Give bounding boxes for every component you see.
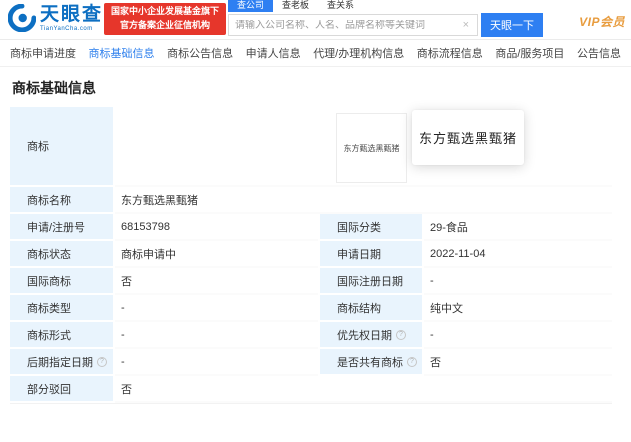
nav-tab[interactable]: 公告信息 (577, 45, 621, 61)
row-label: 国际分类 ? (318, 214, 424, 241)
row-label: 国际商标 ? (10, 268, 115, 295)
tianyancha-logo[interactable]: 天眼查 TianYanCha.com (8, 4, 103, 32)
nav-tab[interactable]: 商品/服务项目 (495, 45, 564, 61)
nav-tab-label: 商标流程信息 (417, 48, 483, 60)
official-badge: 国家中小企业发展基金旗下 官方备案企业征信机构 (104, 3, 226, 35)
row-label: 商标状态 ? (10, 241, 115, 268)
nav-tab-label: 商标公告信息 (167, 48, 233, 60)
search-tabs: 查公司 查老板 查关系 (228, 0, 543, 12)
trademark-row: 商标 东方甄选黑甄猪 东方甄选黑甄猪 (10, 107, 612, 187)
row-value: - (115, 295, 318, 322)
row-label: 申请/注册号 ? (10, 214, 115, 241)
nav-tab-label: 公告信息 (577, 48, 621, 60)
nav-tab-label: 代理/办理机构信息 (313, 48, 404, 60)
header: 天眼查 TianYanCha.com 国家中小企业发展基金旗下 官方备案企业征信… (0, 0, 631, 40)
row-label: 商标类型 ? (10, 295, 115, 322)
row-value: 东方甄选黑甄猪 (115, 187, 612, 214)
row-label: 申请日期 ? (318, 241, 424, 268)
row-label: 商标结构 ? (318, 295, 424, 322)
trademark-image-preview: 东方甄选黑甄猪 (412, 110, 524, 165)
row-value: 29-食品 (424, 214, 612, 241)
table-row: 部分驳回 否 (10, 376, 612, 403)
brand-domain: TianYanCha.com (40, 26, 103, 32)
search-tab[interactable]: 查关系 (318, 0, 363, 12)
help-icon[interactable]: ? (407, 357, 417, 367)
trademark-label: 商标 (10, 107, 115, 187)
row-value: - (424, 268, 612, 295)
table-row: 后期指定日期 ? - 是否共有商标 ? 否 (10, 349, 612, 376)
search-area: 查公司 查老板 查关系 × 天眼一下 (228, 0, 543, 37)
tianyancha-logo-icon (8, 4, 36, 32)
search-tab-label: 查老板 (282, 0, 309, 10)
nav-tab[interactable]: 商标申请进度 (10, 45, 76, 61)
row-value: 否 (115, 376, 612, 403)
trademark-value-cell: 东方甄选黑甄猪 东方甄选黑甄猪 (115, 107, 612, 187)
trademark-preview-text: 东方甄选黑甄猪 (419, 128, 517, 147)
table-row: 商标形式 ? - 优先权日期 ? - (10, 322, 612, 349)
row-value: - (115, 349, 318, 376)
table-row: 商标名称 东方甄选黑甄猪 (10, 187, 612, 214)
row-label: 国际注册日期 ? (318, 268, 424, 295)
nav-tab[interactable]: 商标流程信息 (417, 45, 483, 61)
nav-tab[interactable]: 商标基础信息 (89, 45, 155, 61)
help-icon[interactable]: ? (97, 357, 107, 367)
search-tab-label: 查公司 (237, 0, 264, 10)
row-value: 否 (115, 268, 318, 295)
table-row: 商标状态 ? 商标申请中 申请日期 ? 2022-11-04 (10, 241, 612, 268)
table-row: 商标类型 ? - 商标结构 ? 纯中文 (10, 295, 612, 322)
info-table-rows: 商标名称 东方甄选黑甄猪 申请/注册号 ? 68153798 国际分类 ? 29… (10, 187, 612, 403)
clear-icon[interactable]: × (461, 19, 471, 31)
row-value: 商标申请中 (115, 241, 318, 268)
nav-tab[interactable]: 商标公告信息 (167, 45, 233, 61)
badge-line1: 国家中小企业发展基金旗下 (107, 5, 223, 19)
row-label: 部分驳回 (10, 376, 115, 403)
row-value: 否 (424, 349, 612, 376)
nav-tab-label: 商品/服务项目 (495, 48, 564, 60)
vip-link[interactable]: VIP会员 (579, 13, 625, 30)
row-value: - (424, 322, 612, 349)
brand-name: 天眼查 (40, 5, 103, 24)
nav-tab[interactable]: 申请人信息 (246, 45, 301, 61)
badge-line2: 官方备案企业征信机构 (107, 19, 223, 33)
row-value: 68153798 (115, 214, 318, 241)
row-label: 后期指定日期 ? (10, 349, 115, 376)
row-value: 2022-11-04 (424, 241, 612, 268)
search-button[interactable]: 天眼一下 (481, 13, 543, 37)
nav-tab-label: 商标申请进度 (10, 48, 76, 60)
nav-tab-label: 申请人信息 (246, 48, 301, 60)
page: 天眼查 TianYanCha.com 国家中小企业发展基金旗下 官方备案企业征信… (0, 0, 631, 442)
row-value: 纯中文 (424, 295, 612, 322)
search-tab[interactable]: 查老板 (273, 0, 318, 12)
row-label: 是否共有商标 ? (318, 349, 424, 376)
search-tab-label: 查关系 (327, 0, 354, 10)
nav-tab[interactable]: 代理/办理机构信息 (313, 45, 404, 61)
help-icon[interactable]: ? (396, 330, 406, 340)
table-row: 申请/注册号 ? 68153798 国际分类 ? 29-食品 (10, 214, 612, 241)
trademark-image[interactable]: 东方甄选黑甄猪 (336, 113, 407, 183)
section-title: 商标基础信息 (12, 78, 631, 98)
trademark-image-text: 东方甄选黑甄猪 (344, 143, 400, 154)
detail-tabs: 商标申请进度 商标基础信息 商标公告信息 申请人信息 代理/办理机构信息 商标流… (0, 40, 631, 67)
search-box: × (228, 14, 478, 36)
row-label: 商标形式 ? (10, 322, 115, 349)
info-table: 商标 东方甄选黑甄猪 东方甄选黑甄猪 商标名称 东方甄选黑甄猪 申请/注册号 ?… (10, 107, 612, 404)
table-row: 国际商标 ? 否 国际注册日期 ? - (10, 268, 612, 295)
row-label: 优先权日期 ? (318, 322, 424, 349)
search-input[interactable] (235, 20, 461, 31)
row-label: 商标名称 (10, 187, 115, 214)
row-value: - (115, 322, 318, 349)
nav-tab-label: 商标基础信息 (89, 48, 155, 60)
search-tab[interactable]: 查公司 (228, 0, 273, 12)
